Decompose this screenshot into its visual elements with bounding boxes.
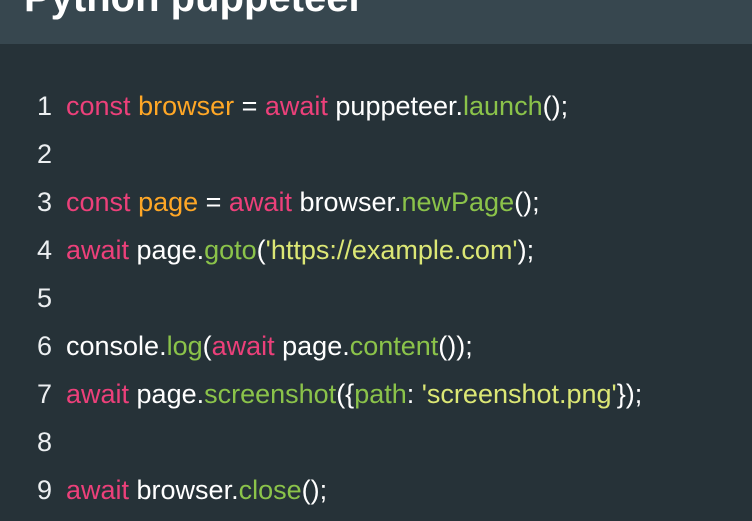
code-token-method: screenshot (204, 379, 337, 409)
line-number: 1 (36, 91, 52, 121)
code-line: 5 (0, 274, 752, 322)
code-line: 6 console.log(await page.content()); (0, 322, 752, 370)
code-token-plain: ( (256, 235, 266, 265)
code-token-plain: console. (66, 331, 167, 361)
code-line: 4 await page.goto('https://example.com'); (0, 226, 752, 274)
code-token-plain: }); (616, 379, 643, 409)
code-token-method: goto (204, 235, 257, 265)
code-token-plain: (); (514, 187, 540, 217)
code-token-plain: browser. (291, 187, 402, 217)
code-line: 8 (0, 418, 752, 466)
code-token-string: 'https://example.com' (265, 235, 518, 265)
code-line-content: await browser.close(); (66, 466, 327, 514)
code-token-method: content (349, 331, 439, 361)
code-token-plain: : (406, 379, 422, 409)
code-line: 2 (0, 130, 752, 178)
code-block: 1 const browser = await puppeteer.launch(… (0, 82, 752, 514)
code-line-content: await page.screenshot({path: 'screenshot… (66, 370, 642, 418)
code-token-property: path (354, 379, 407, 409)
line-number: 4 (36, 235, 52, 265)
code-token-keyword: await (228, 187, 292, 217)
code-line: 9 await browser.close(); (0, 466, 752, 514)
code-token-keyword: const (66, 91, 131, 121)
code-token-keyword: await (66, 379, 130, 409)
code-token-variable: browser (138, 91, 235, 121)
code-line-content: const page = await browser.newPage(); (66, 178, 540, 226)
line-number: 5 (36, 283, 52, 313)
code-token-plain: ()); (438, 331, 473, 361)
code-token-plain: = (198, 187, 229, 217)
code-token-plain: browser. (129, 475, 239, 505)
code-line-content: const browser = await puppeteer.launch()… (66, 82, 568, 130)
code-token-plain: puppeteer. (327, 91, 464, 121)
line-number: 9 (36, 475, 52, 505)
code-token-variable: page (138, 187, 199, 217)
code-token-keyword: await (66, 235, 130, 265)
line-number: 8 (36, 427, 52, 457)
line-number: 6 (36, 331, 52, 361)
code-token-plain: ({ (336, 379, 355, 409)
code-token-keyword: await (66, 475, 130, 505)
code-token-plain: page. (274, 331, 350, 361)
code-token-plain: (); (301, 475, 328, 505)
code-token-keyword: const (66, 187, 131, 217)
code-token-plain: (); (542, 91, 569, 121)
code-token-method: newPage (401, 187, 515, 217)
code-token-plain: = (234, 91, 265, 121)
code-token-plain: page. (129, 379, 205, 409)
code-line-content: console.log(await page.content()); (66, 322, 473, 370)
code-token-string: 'screenshot.png' (421, 379, 617, 409)
code-token-method: log (166, 331, 203, 361)
code-line: 1 const browser = await puppeteer.launch(… (0, 82, 752, 130)
code-token-keyword: await (211, 331, 275, 361)
code-token-keyword: await (264, 91, 328, 121)
page-title: Python puppeteer (24, 0, 364, 22)
code-token-plain: ( (202, 331, 212, 361)
code-line: 7 await page.screenshot({path: 'screensho… (0, 370, 752, 418)
header-bar: Python puppeteer (0, 0, 752, 44)
line-number: 2 (36, 139, 52, 169)
code-token-plain: ); (517, 235, 535, 265)
code-token-plain: page. (129, 235, 205, 265)
code-line: 3 const page = await browser.newPage(); (0, 178, 752, 226)
code-token-method: close (238, 475, 302, 505)
line-number: 3 (36, 187, 52, 217)
code-line-content: await page.goto('https://example.com'); (66, 226, 534, 274)
line-number: 7 (36, 379, 52, 409)
code-snippet-view: Python puppeteer 1 const browser = await … (0, 0, 752, 521)
code-token-method: launch (463, 91, 543, 121)
